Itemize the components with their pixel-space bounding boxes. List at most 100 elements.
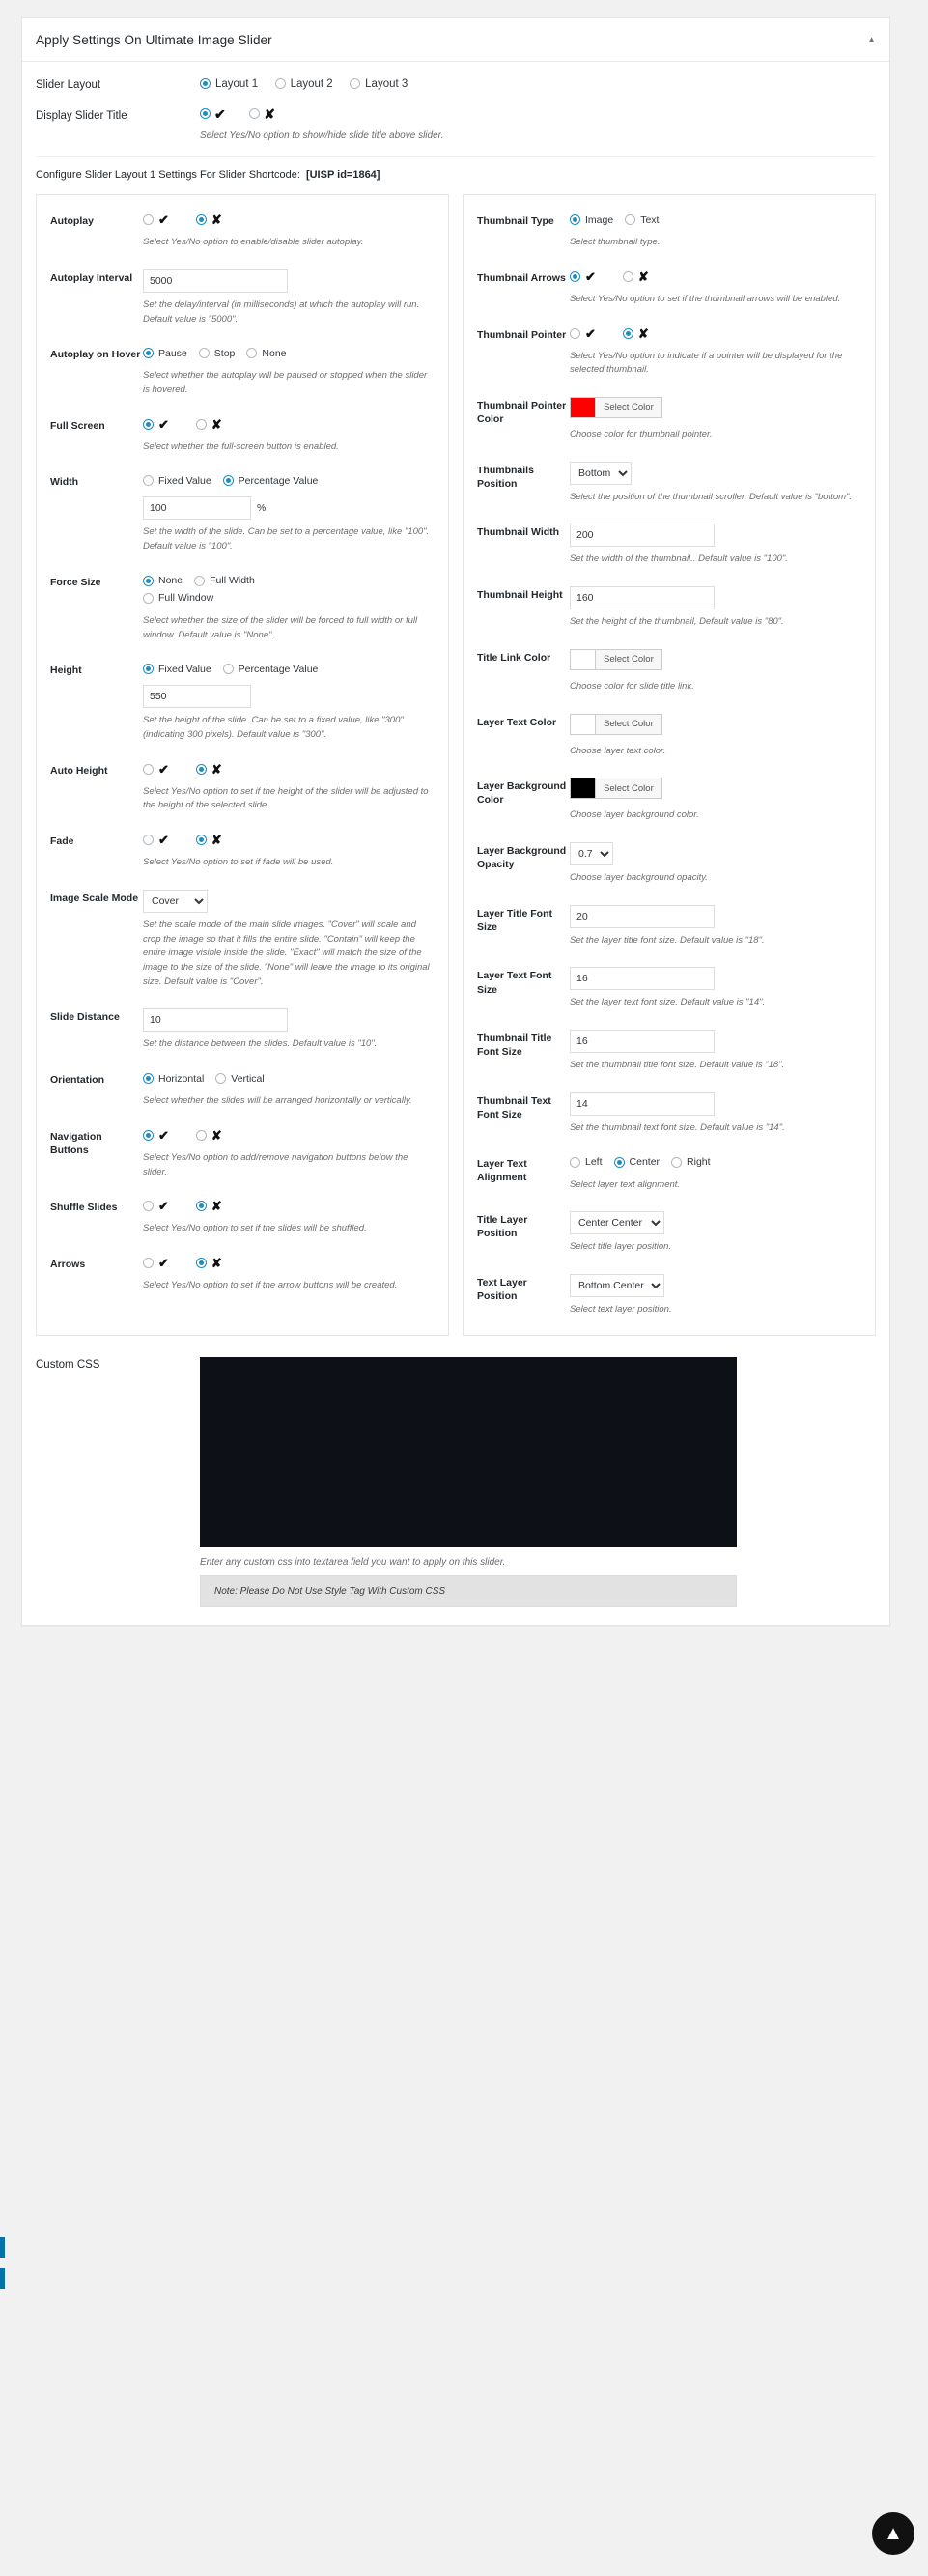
custom-css-editor[interactable] xyxy=(200,1356,737,1547)
radio-autoplay-no[interactable]: ✘ xyxy=(195,212,222,228)
title_layer_position-hint: Select title layer position. xyxy=(570,1241,672,1253)
radio-width-fixed-value[interactable]: Fixed Value xyxy=(143,475,211,487)
radio-full_screen-no[interactable]: ✘ xyxy=(195,418,222,431)
image_scale_mode-control: CoverContainExactNone Set the scale mode … xyxy=(143,889,435,990)
thumbnail_width-input[interactable] xyxy=(570,524,715,548)
width-input[interactable] xyxy=(143,496,251,521)
radio-height-percentage-value[interactable]: Percentage Value xyxy=(222,664,318,675)
radio-thumbnail_pointer-no[interactable]: ✘ xyxy=(622,327,649,340)
field-slider-layout: Slider Layout Layout 1 Layout 2 Layout 3 xyxy=(36,75,876,93)
radio-layer_text_alignment-center[interactable]: Center xyxy=(613,1156,660,1168)
postbox-body: Slider Layout Layout 1 Layout 2 Layout 3 xyxy=(22,62,889,1625)
text_layer_position-select[interactable]: Top LeftTop CenterTop RightCenter LeftCe… xyxy=(570,1274,664,1298)
title_link_color-picker[interactable]: Select Color xyxy=(570,648,662,670)
radio-auto_height-no[interactable]: ✘ xyxy=(195,763,222,776)
radio-navigation_buttons-yes[interactable]: ✔ xyxy=(143,1129,169,1142)
thumbnail_title_font_size-input[interactable] xyxy=(570,1030,715,1054)
radio-label: Image xyxy=(585,213,614,226)
slider-layout-label: Slider Layout xyxy=(36,79,101,91)
field-thumbnail_title_font_size: Thumbnail Title Font Size Set the thumbna… xyxy=(477,1030,861,1073)
radio-display-title-yes[interactable]: ✔ xyxy=(200,107,226,121)
radio-thumbnail_arrows-no[interactable]: ✘ xyxy=(622,270,649,283)
radio-dot xyxy=(625,214,636,226)
radio-autoplay_on_hover-pause[interactable]: Pause xyxy=(143,348,187,359)
thumbnail_type-hint: Select thumbnail type. xyxy=(570,237,661,248)
radio-thumbnail_arrows-yes[interactable]: ✔ xyxy=(570,270,596,283)
radio-dot xyxy=(200,78,211,90)
radio-thumbnail_type-text[interactable]: Text xyxy=(625,214,659,226)
radio-orientation-horizontal[interactable]: Horizontal xyxy=(143,1073,204,1085)
height-input[interactable] xyxy=(143,685,251,709)
layer_text_alignment-hint: Select layer text alignment. xyxy=(570,1178,681,1190)
thumbnail_arrows-label: Thumbnail Arrows xyxy=(477,271,566,284)
field-auto_height: Auto Height ✔ ✘ Select Yes/No option to set… xyxy=(50,762,435,813)
thumbnail_height-hint: Set the height of the thumbnail, Default… xyxy=(570,616,784,628)
radio-force_size-full-window[interactable]: Full Window xyxy=(143,592,213,604)
thumbnail_height-input[interactable] xyxy=(570,586,715,610)
image_scale_mode-select[interactable]: CoverContainExactNone xyxy=(143,889,208,913)
radio-auto_height-yes[interactable]: ✔ xyxy=(143,763,169,776)
thumbnail_width-control: Set the width of the thumbnail.. Default… xyxy=(570,524,861,567)
autoplay-yesno-group: ✔ ✘ xyxy=(143,212,435,230)
thumbnail_pointer_color-picker[interactable]: Select Color xyxy=(570,396,662,418)
page-title: Apply Settings On Ultimate Image Slider xyxy=(36,32,272,47)
layer_text_font_size-input[interactable] xyxy=(570,967,715,991)
thumbnail_text_font_size-input[interactable] xyxy=(570,1091,715,1116)
title_layer_position-select[interactable]: Top LeftTop CenterTop RightCenter LeftCe… xyxy=(570,1211,664,1235)
thumbnail_pointer_color-swatch[interactable] xyxy=(571,397,596,417)
radio-full_screen-yes[interactable]: ✔ xyxy=(143,418,169,431)
radio-layout-2[interactable]: Layout 2 xyxy=(274,78,333,90)
radio-arrows-yes[interactable]: ✔ xyxy=(143,1257,169,1269)
autoplay_interval-hint: Set the delay/interval (in milliseconds)… xyxy=(143,298,420,325)
title_link_color-swatch[interactable] xyxy=(571,649,596,669)
radio-display-title-no[interactable]: ✘ xyxy=(249,107,275,121)
radio-autoplay_on_hover-none[interactable]: None xyxy=(246,348,287,359)
radio-layer_text_alignment-left[interactable]: Left xyxy=(570,1156,603,1168)
radio-autoplay-yes[interactable]: ✔ xyxy=(143,213,169,226)
scroll-to-top-button[interactable]: ▲ xyxy=(872,2512,914,2555)
layer_background_opacity-select[interactable]: 0.10.20.30.40.50.60.70.80.91 xyxy=(570,842,613,865)
radio-arrows-no[interactable]: ✘ xyxy=(195,1257,222,1269)
navigation_buttons-label: Navigation Buttons xyxy=(50,1130,102,1157)
thumbnail_pointer_color-label: Thumbnail Pointer Color xyxy=(477,399,567,426)
height-radio-group: Fixed Value Percentage Value xyxy=(143,662,435,679)
cross-icon: ✘ xyxy=(211,212,222,228)
radio-force_size-none[interactable]: None xyxy=(143,575,183,586)
thumbnail_arrows-yesno-group: ✔ ✘ xyxy=(570,269,861,287)
layer_text_color-hint: Choose layer text color. xyxy=(570,745,666,756)
chevron-up-icon[interactable]: ▲ xyxy=(867,35,876,44)
arrows-hint: Select Yes/No option to set if the arrow… xyxy=(143,1280,398,1291)
radio-fade-yes[interactable]: ✔ xyxy=(143,834,169,846)
radio-fade-no[interactable]: ✘ xyxy=(195,834,222,846)
radio-layout-3[interactable]: Layout 3 xyxy=(350,78,408,90)
field-text_layer_position: Text Layer Position Top LeftTop CenterTop… xyxy=(477,1274,861,1317)
field-thumbnail_arrows: Thumbnail Arrows ✔ ✘ Select Yes/No option t… xyxy=(477,269,861,307)
autoplay_interval-input[interactable] xyxy=(143,269,288,293)
slide_distance-input[interactable] xyxy=(143,1008,288,1033)
radio-autoplay_on_hover-stop[interactable]: Stop xyxy=(198,348,235,359)
radio-navigation_buttons-no[interactable]: ✘ xyxy=(195,1129,222,1142)
layer_text_color-swatch[interactable] xyxy=(571,714,596,734)
layer_background_color-picker[interactable]: Select Color xyxy=(570,778,662,800)
radio-height-fixed-value[interactable]: Fixed Value xyxy=(143,664,211,675)
custom-css-label: Custom CSS xyxy=(36,1358,100,1371)
field-thumbnail_pointer_color: Thumbnail Pointer Color Select Color Choos… xyxy=(477,396,861,442)
radio-orientation-vertical[interactable]: Vertical xyxy=(215,1073,265,1085)
auto_height-label: Auto Height xyxy=(50,764,108,777)
auto_height-control: ✔ ✘ Select Yes/No option to set if the hei… xyxy=(143,762,435,813)
radio-dot xyxy=(613,1156,625,1168)
radio-shuffle_slides-no[interactable]: ✘ xyxy=(195,1200,222,1212)
thumbnails_position-select[interactable]: BottomTopLeftRight xyxy=(570,461,632,485)
layer_title_font_size-input[interactable] xyxy=(570,904,715,928)
layer_text_color-picker[interactable]: Select Color xyxy=(570,713,662,735)
text_layer_position-hint: Select text layer position. xyxy=(570,1304,672,1316)
postbox-header[interactable]: Apply Settings On Ultimate Image Slider … xyxy=(22,18,889,62)
radio-thumbnail_type-image[interactable]: Image xyxy=(570,214,613,226)
layer_background_color-swatch[interactable] xyxy=(571,778,596,799)
radio-layer_text_alignment-right[interactable]: Right xyxy=(671,1156,711,1168)
radio-layout-1[interactable]: Layout 1 xyxy=(200,78,258,90)
radio-shuffle_slides-yes[interactable]: ✔ xyxy=(143,1200,169,1212)
radio-force_size-full-width[interactable]: Full Width xyxy=(194,575,255,586)
radio-thumbnail_pointer-yes[interactable]: ✔ xyxy=(570,327,596,340)
radio-width-percentage-value[interactable]: Percentage Value xyxy=(222,475,318,487)
